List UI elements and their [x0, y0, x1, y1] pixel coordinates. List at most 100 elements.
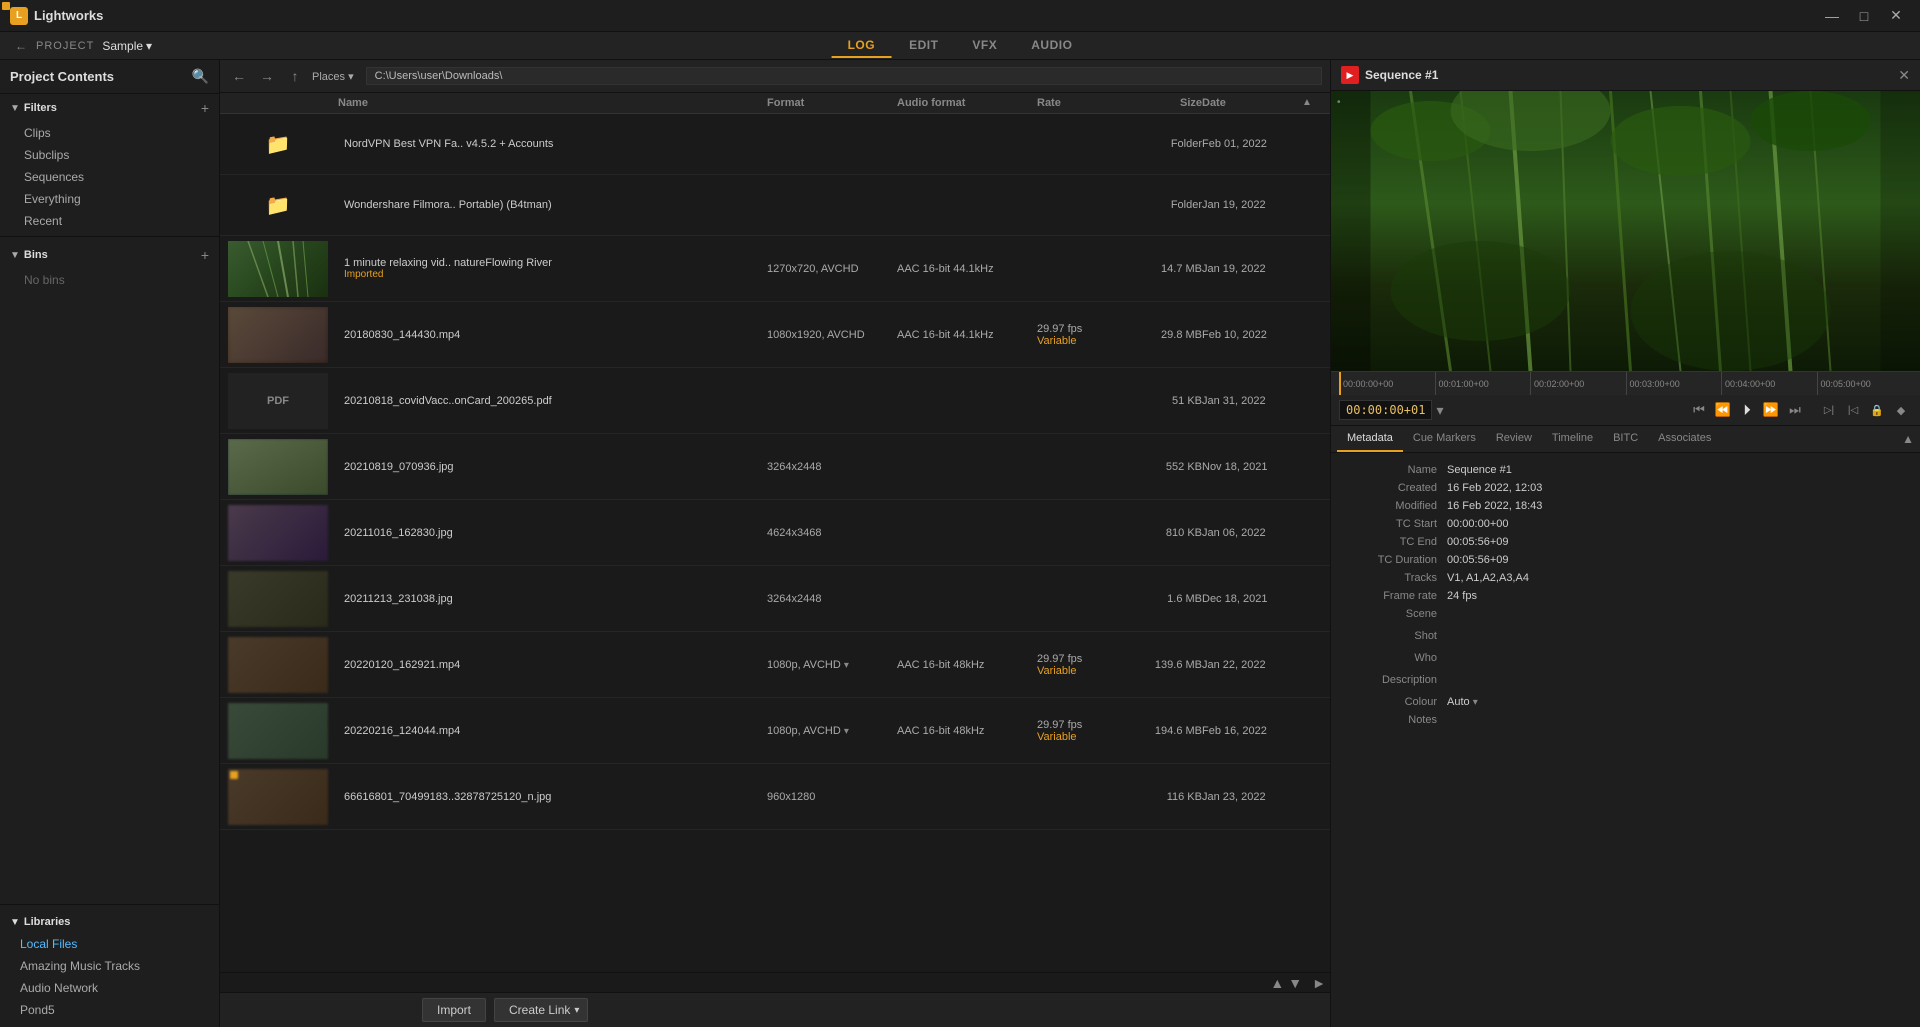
places-dropdown[interactable]: Places ▾	[312, 70, 354, 83]
lib-item-audio-network[interactable]: Audio Network	[0, 977, 219, 999]
maximize-button[interactable]: □	[1850, 2, 1878, 30]
table-row[interactable]: PDF 20210818_covidVacc..onCard_200265.pd…	[220, 368, 1330, 434]
meta-notes-label: Notes	[1347, 714, 1447, 726]
libraries-label: Libraries	[24, 916, 70, 928]
playhead-cursor	[1339, 372, 1341, 395]
file-name-9: 20220120_162921.mp4	[338, 659, 767, 671]
file-date-11: Jan 23, 2022	[1202, 791, 1302, 803]
go-to-start-button[interactable]: ⏮	[1688, 399, 1710, 421]
scroll-up-icon[interactable]: ▲	[1270, 975, 1284, 991]
meta-framerate-row: Frame rate 24 fps	[1331, 587, 1920, 605]
tab-timeline[interactable]: Timeline	[1542, 426, 1603, 452]
meta-name-value[interactable]: Sequence #1	[1447, 464, 1904, 476]
extra-btn-1[interactable]: ◆	[1890, 399, 1912, 421]
lib-item-local-files[interactable]: Local Files	[0, 933, 219, 955]
meta-tc-start-row: TC Start 00:00:00+00	[1331, 515, 1920, 533]
preview-area[interactable]: •	[1331, 91, 1920, 371]
tab-associates[interactable]: Associates	[1648, 426, 1721, 452]
bins-label: Bins	[24, 249, 201, 261]
col-size[interactable]: Size	[1127, 97, 1202, 109]
tab-edit[interactable]: EDIT	[893, 34, 954, 58]
nav-forward-button[interactable]: →	[256, 65, 278, 87]
timecode-display[interactable]: 00:00:00+01	[1339, 400, 1432, 420]
tab-review[interactable]: Review	[1486, 426, 1542, 452]
bins-section-header[interactable]: ▼ Bins +	[0, 241, 219, 269]
meta-tc-start-label: TC Start	[1347, 518, 1447, 530]
table-row[interactable]: 1 minute relaxing vid.. natureFlowing Ri…	[220, 236, 1330, 302]
sidebar-item-recent[interactable]: Recent	[0, 210, 219, 232]
meta-tc-duration-label: TC Duration	[1347, 554, 1447, 566]
tc-dropdown-arrow[interactable]: ▾	[1436, 402, 1443, 419]
nav-back-button[interactable]: ←	[228, 65, 250, 87]
file-name-5: 20210818_covidVacc..onCard_200265.pdf	[338, 395, 767, 407]
table-row[interactable]: 20180830_144430.mp4 1080x1920, AVCHD AAC…	[220, 302, 1330, 368]
table-row[interactable]: 20211016_162830.jpg 4624x3468 810 KB Jan…	[220, 500, 1330, 566]
col-sort: ▲	[1302, 97, 1322, 109]
lib-item-amazing-music[interactable]: Amazing Music Tracks	[0, 955, 219, 977]
path-input[interactable]	[366, 67, 1322, 85]
meta-modified-value: 16 Feb 2022, 18:43	[1447, 500, 1904, 512]
col-audio[interactable]: Audio format	[897, 97, 1037, 109]
sidebar-item-subclips[interactable]: Subclips	[0, 144, 219, 166]
meta-framerate-value: 24 fps	[1447, 590, 1904, 602]
step-forward-button[interactable]: ⏩	[1760, 399, 1782, 421]
table-row[interactable]: 📁 Wondershare Filmora.. Portable) (B4tma…	[220, 175, 1330, 236]
import-button[interactable]: Import	[422, 998, 486, 1022]
meta-name-label: Name	[1347, 464, 1447, 476]
app-title: Lightworks	[34, 8, 103, 23]
ruler-mark-5: 00:05:00+00	[1817, 372, 1913, 395]
meta-colour-label: Colour	[1347, 696, 1447, 708]
table-row[interactable]: 20220216_124044.mp4 1080p, AVCHD ▾ AAC 1…	[220, 698, 1330, 764]
back-button[interactable]: ←	[10, 35, 32, 57]
filters-add-icon[interactable]: +	[201, 100, 209, 116]
minimize-button[interactable]: —	[1818, 2, 1846, 30]
tab-bitc[interactable]: BITC	[1603, 426, 1648, 452]
filters-section-header[interactable]: ▼ Filters +	[0, 94, 219, 122]
go-to-end-button[interactable]: ⏭	[1784, 399, 1806, 421]
meta-colour-value[interactable]: Auto ▾	[1447, 696, 1904, 708]
nav-up-button[interactable]: ↑	[284, 65, 306, 87]
meta-shot-value[interactable]	[1447, 630, 1904, 646]
tab-metadata[interactable]: Metadata	[1337, 426, 1403, 452]
create-link-button[interactable]: Create Link ▾	[494, 998, 588, 1022]
col-date[interactable]: Date	[1202, 97, 1302, 109]
meta-who-value[interactable]	[1447, 652, 1904, 668]
table-row[interactable]: 20211213_231038.jpg 3264x2448 1.6 MB Dec…	[220, 566, 1330, 632]
table-row[interactable]: 📁 NordVPN Best VPN Fa.. v4.5.2 + Account…	[220, 114, 1330, 175]
sidebar-item-sequences[interactable]: Sequences	[0, 166, 219, 188]
table-row[interactable]: 66616801_70499183..32878725120_n.jpg 960…	[220, 764, 1330, 830]
sidebar-item-clips[interactable]: Clips	[0, 122, 219, 144]
bins-add-icon[interactable]: +	[201, 247, 209, 263]
meta-tc-start-value[interactable]: 00:00:00+00	[1447, 518, 1904, 530]
meta-description-value[interactable]	[1447, 674, 1904, 690]
search-icon[interactable]: 🔍	[192, 68, 209, 85]
tab-log[interactable]: LOG	[832, 34, 892, 58]
lib-item-pond5[interactable]: Pond5	[0, 999, 219, 1021]
play-button[interactable]: ⏵	[1736, 399, 1758, 421]
mark-out-button[interactable]: |◁	[1842, 399, 1864, 421]
scroll-right-icon[interactable]: ►	[1312, 975, 1326, 991]
lock-button[interactable]: 🔒	[1866, 399, 1888, 421]
col-format[interactable]: Format	[767, 97, 897, 109]
project-name-dropdown[interactable]: Sample ▾	[102, 39, 152, 53]
libraries-header[interactable]: ▼ Libraries	[0, 911, 219, 933]
close-button[interactable]: ✕	[1882, 2, 1910, 30]
tab-cue-markers[interactable]: Cue Markers	[1403, 426, 1486, 452]
folder-thumb-1: 📁	[228, 116, 328, 172]
table-row[interactable]: 20210819_070936.jpg 3264x2448 552 KB Nov…	[220, 434, 1330, 500]
scroll-down-icon[interactable]: ▼	[1288, 975, 1302, 991]
meta-framerate-label: Frame rate	[1347, 590, 1447, 602]
tab-vfx[interactable]: VFX	[956, 34, 1013, 58]
sidebar-item-everything[interactable]: Everything	[0, 188, 219, 210]
col-name[interactable]: Name	[338, 97, 767, 109]
sequence-close-button[interactable]: ✕	[1898, 67, 1910, 84]
metadata-collapse-btn[interactable]: ▲	[1902, 426, 1914, 452]
meta-notes-value[interactable]	[1447, 714, 1904, 730]
meta-scene-value[interactable]	[1447, 608, 1904, 624]
col-rate[interactable]: Rate	[1037, 97, 1127, 109]
tab-audio[interactable]: AUDIO	[1015, 34, 1088, 58]
table-row[interactable]: 20220120_162921.mp4 1080p, AVCHD ▾ AAC 1…	[220, 632, 1330, 698]
star-marker	[230, 771, 238, 779]
mark-in-button[interactable]: ▷|	[1818, 399, 1840, 421]
step-back-button[interactable]: ⏪	[1712, 399, 1734, 421]
